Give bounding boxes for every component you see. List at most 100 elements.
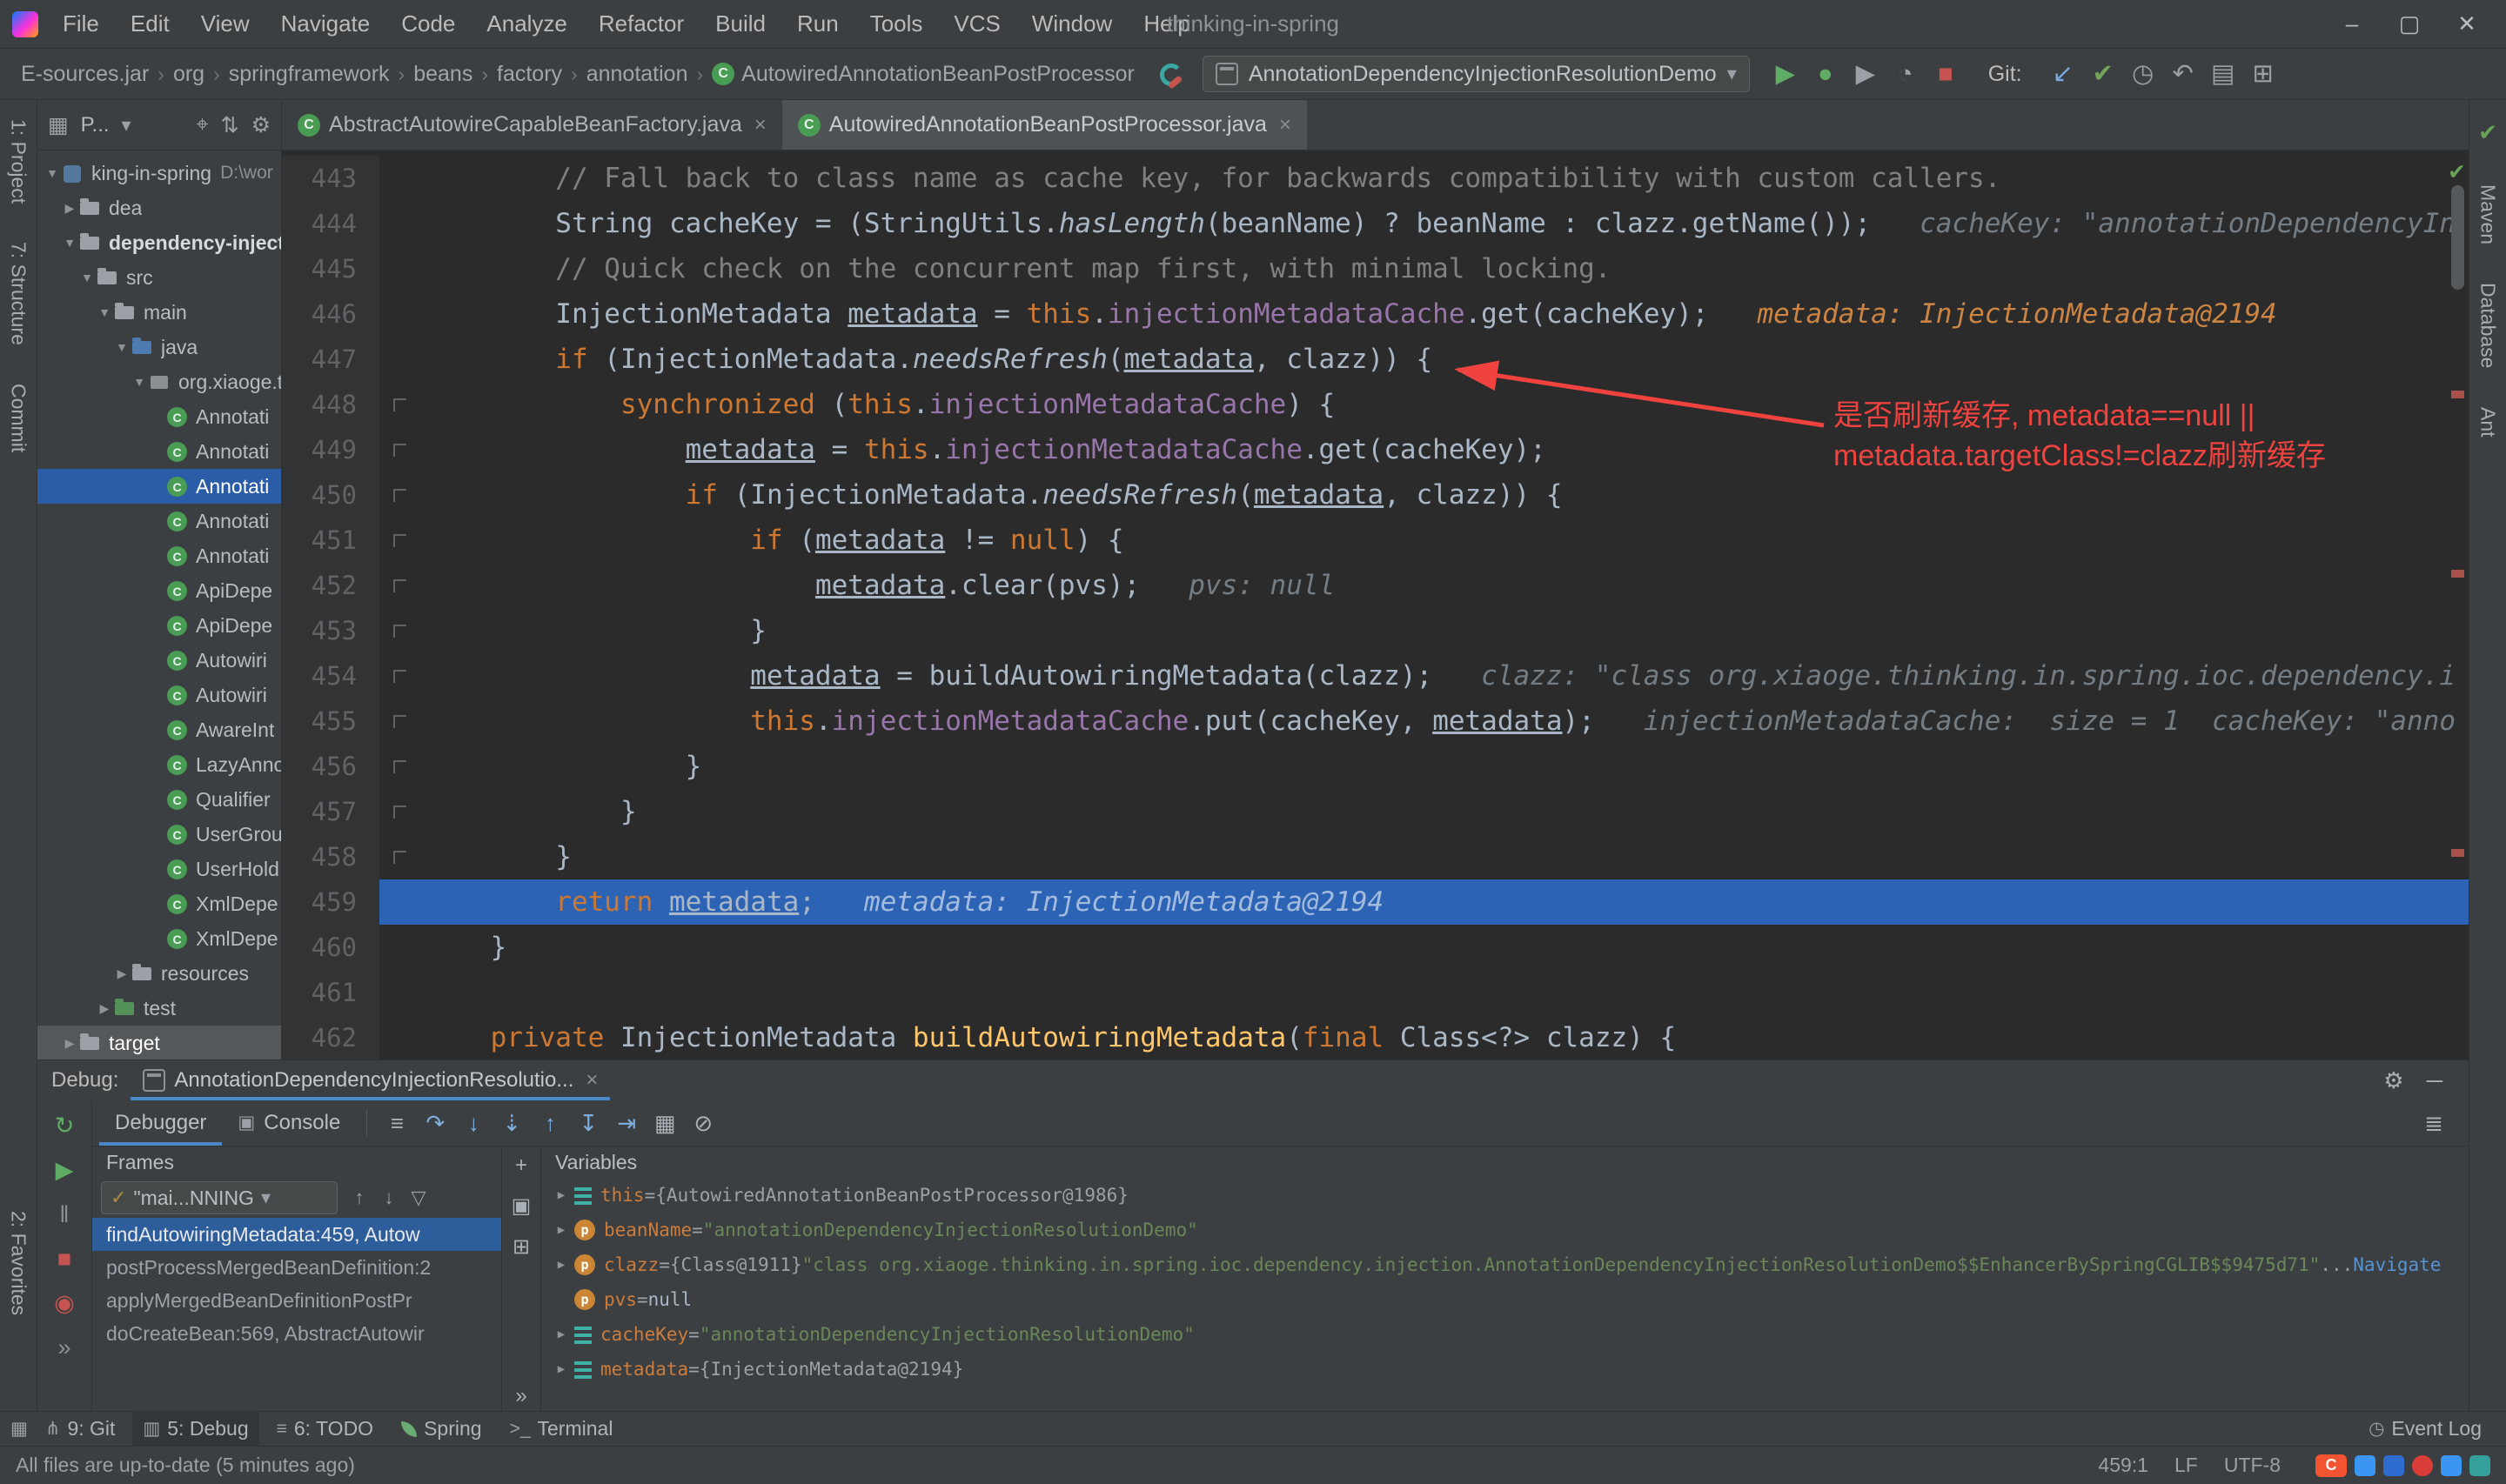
inspections-ok-icon[interactable]: ✔	[2448, 159, 2466, 185]
variable-row-metadata[interactable]: ▶ metadata = {InjectionMetadata@2194}	[541, 1352, 2469, 1387]
tool-button-maven[interactable]: Maven	[2476, 184, 2500, 244]
layout-icon[interactable]: ≣	[2415, 1110, 2453, 1137]
step-out-icon[interactable]: ↑	[531, 1110, 569, 1137]
commit-icon[interactable]: ✔	[2083, 50, 2123, 98]
variable-row-cachekey[interactable]: ▶ cacheKey = "annotationDependencyInjecti…	[541, 1317, 2469, 1352]
chevron-down-icon[interactable]: ▼	[112, 340, 131, 354]
duplicate-icon[interactable]: ⊞	[513, 1234, 530, 1260]
tree-item-apidepe[interactable]: C ApiDepe	[37, 608, 281, 643]
profiler-icon[interactable]: ◔	[1886, 50, 1926, 98]
coverage-icon[interactable]: ▶	[1846, 50, 1886, 98]
thread-selector[interactable]: ✓ "mai...NNING ▾	[101, 1181, 338, 1214]
pause-icon[interactable]: ‖	[59, 1201, 69, 1228]
breadcrumb-item[interactable]: factory	[497, 62, 562, 87]
close-button[interactable]: ✕	[2440, 10, 2494, 37]
close-icon[interactable]: ×	[1279, 113, 1291, 137]
step-over-icon[interactable]: ↷	[416, 1110, 454, 1137]
tool-window-button-5-debug[interactable]: ▥ 5: Debug	[132, 1412, 259, 1446]
menu-item-build[interactable]: Build	[700, 0, 781, 48]
editor-tab-autowiredannotationbeanpostprocessor-java[interactable]: C AutowiredAnnotationBeanPostProcessor.ja…	[781, 100, 1307, 150]
menu-item-navigate[interactable]: Navigate	[265, 0, 386, 48]
project-view-icon[interactable]: ▦	[48, 112, 69, 138]
frame-row[interactable]: findAutowiringMetadata:459, Autow	[92, 1218, 501, 1251]
chevron-right-icon[interactable]: ▶	[548, 1223, 574, 1237]
run-config-select[interactable]: AnnotationDependencyInjectionResolutionD…	[1202, 56, 1750, 92]
tree-item-xmldepe[interactable]: C XmlDepe	[37, 886, 281, 921]
tree-item-annotati[interactable]: C Annotati	[37, 504, 281, 538]
hide-panel-icon[interactable]: ─	[2427, 1067, 2442, 1094]
menu-item-view[interactable]: View	[185, 0, 265, 48]
line-number[interactable]: 447	[282, 337, 379, 382]
chevron-right-icon[interactable]: ▶	[548, 1188, 574, 1202]
tree-item-resources[interactable]: ▶ resources	[37, 956, 281, 991]
rerun-icon[interactable]: ↻	[55, 1113, 75, 1140]
frame-row[interactable]: postProcessMergedBeanDefinition:2	[92, 1251, 501, 1284]
fold-marker-icon[interactable]	[393, 806, 406, 819]
variable-row-pvs[interactable]: p pvs = null	[541, 1282, 2469, 1317]
line-number[interactable]: 459	[282, 879, 379, 925]
line-number[interactable]: 446	[282, 291, 379, 337]
tool-button-2-favorites[interactable]: 2: Favorites	[7, 1211, 30, 1315]
chevron-down-icon[interactable]: ▼	[130, 375, 149, 389]
chevron-down-icon[interactable]: ▼	[95, 305, 114, 319]
line-number[interactable]: 453	[282, 608, 379, 653]
mute-breakpoints-icon[interactable]: ⊘	[684, 1110, 722, 1137]
tree-item-userhold[interactable]: C UserHold	[37, 852, 281, 886]
menu-item-analyze[interactable]: Analyze	[471, 0, 583, 48]
variable-row-this[interactable]: ▶ this = {AutowiredAnnotationBeanPostProc…	[541, 1178, 2469, 1213]
chevron-down-icon[interactable]: ▼	[43, 166, 62, 180]
close-icon[interactable]: ×	[754, 113, 767, 137]
menu-item-refactor[interactable]: Refactor	[583, 0, 700, 48]
fold-marker-icon[interactable]	[393, 715, 406, 728]
tool-button-database[interactable]: Database	[2476, 283, 2500, 368]
chevron-right-icon[interactable]: ▶	[60, 201, 79, 216]
fold-marker-icon[interactable]	[393, 760, 406, 773]
fold-marker-icon[interactable]	[393, 625, 406, 638]
tree-item-lazyanno[interactable]: C LazyAnno	[37, 747, 281, 782]
settings-gear-icon[interactable]: ⚙	[2383, 1067, 2403, 1094]
editor-scrollbar[interactable]: ✔	[2444, 150, 2469, 1060]
line-number[interactable]: 461	[282, 970, 379, 1015]
breadcrumb-item[interactable]: springframework	[229, 62, 390, 87]
file-encoding[interactable]: UTF-8	[2224, 1454, 2281, 1477]
minimize-button[interactable]: –	[2325, 10, 2379, 37]
line-ending[interactable]: LF	[2174, 1454, 2198, 1477]
drop-frame-icon[interactable]: ↧	[569, 1110, 607, 1137]
fold-marker-icon[interactable]	[393, 398, 406, 411]
tree-item-target[interactable]: ▶ target	[37, 1026, 281, 1060]
tree-item-qualifier[interactable]: C Qualifier	[37, 782, 281, 817]
tool-button-commit[interactable]: Commit	[7, 384, 30, 452]
shelve-icon[interactable]: ▤	[2203, 50, 2243, 98]
fold-marker-icon[interactable]	[393, 444, 406, 457]
collapse-all-icon[interactable]: ⇅	[221, 112, 239, 138]
menu-item-edit[interactable]: Edit	[115, 0, 185, 48]
menu-item-code[interactable]: Code	[385, 0, 471, 48]
locate-file-icon[interactable]: ⌖	[197, 112, 209, 137]
tree-item-dea[interactable]: ▶ dea	[37, 191, 281, 225]
tree-item-annotati[interactable]: C Annotati	[37, 469, 281, 504]
tree-item-annotati[interactable]: C Annotati	[37, 434, 281, 469]
tree-item-xmldepe[interactable]: C XmlDepe	[37, 921, 281, 956]
tree-item-java[interactable]: ▼ java	[37, 330, 281, 364]
tool-window-switcher-icon[interactable]: ▦	[10, 1418, 28, 1440]
frame-down-icon[interactable]: ↓	[374, 1187, 404, 1209]
stop-icon[interactable]: ■	[1926, 50, 1966, 98]
chevron-down-icon[interactable]: ▼	[77, 271, 97, 284]
tree-item-annotati[interactable]: C Annotati	[37, 538, 281, 573]
watch-view-icon[interactable]: ▣	[512, 1193, 532, 1219]
tree-item-autowiri[interactable]: C Autowiri	[37, 678, 281, 712]
error-stripe-mark[interactable]	[2451, 391, 2464, 398]
tool-window-button-6-todo[interactable]: ≡ 6: TODO	[266, 1412, 384, 1446]
chevron-down-icon[interactable]: ▼	[60, 236, 79, 250]
debug-tab-console[interactable]: ▣ Console	[222, 1100, 356, 1146]
close-icon[interactable]: ×	[586, 1068, 598, 1093]
frame-row[interactable]: applyMergedBeanDefinitionPostPr	[92, 1284, 501, 1317]
run-icon[interactable]: ▶	[1766, 50, 1806, 98]
line-number[interactable]: 454	[282, 653, 379, 699]
breadcrumb-item[interactable]: beans	[413, 62, 472, 87]
line-number[interactable]: 455	[282, 699, 379, 744]
debug-session-tab[interactable]: AnnotationDependencyInjectionResolutio..…	[131, 1060, 611, 1100]
chevron-right-icon[interactable]: ▶	[548, 1362, 574, 1376]
tool-button-1-project[interactable]: 1: Project	[7, 119, 30, 204]
filter-icon[interactable]: ▽	[404, 1187, 433, 1209]
